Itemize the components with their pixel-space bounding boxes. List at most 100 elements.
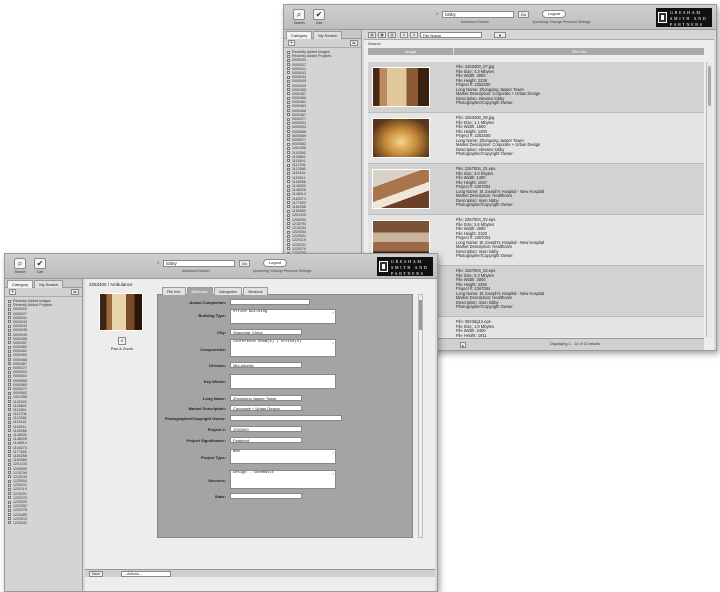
checkbox[interactable] (287, 205, 290, 209)
search-button[interactable]: ⌕ Search (11, 258, 29, 276)
sort-direction-button[interactable]: ▼ (494, 32, 506, 38)
checkbox[interactable] (287, 58, 290, 62)
services-select[interactable]: Design - Schematic ▾ (230, 470, 336, 489)
detail-view-button[interactable]: ▥ (388, 32, 396, 38)
checkbox[interactable] (8, 391, 11, 395)
checkbox[interactable] (8, 366, 11, 370)
checkbox[interactable] (8, 337, 11, 341)
checkbox[interactable] (8, 404, 11, 408)
checkbox[interactable] (8, 462, 11, 466)
go-button[interactable]: Go (518, 11, 529, 18)
components-select[interactable]: Conference Room(s) | Office(s) ▾ (230, 339, 336, 357)
checkbox[interactable] (8, 324, 11, 328)
pan-zoom-button[interactable]: ⌕ Pan & Zoom (107, 337, 137, 351)
checkbox[interactable] (287, 226, 290, 230)
checkbox[interactable] (8, 492, 11, 496)
thumbnail-image[interactable] (372, 67, 430, 107)
search-button[interactable]: ⌕ Search (290, 9, 308, 27)
checkbox[interactable] (287, 104, 290, 108)
checkbox[interactable] (8, 299, 11, 303)
checkbox[interactable] (287, 88, 290, 92)
category-item[interactable]: 1220542 (8, 521, 82, 525)
checkbox[interactable] (8, 496, 11, 500)
checkbox[interactable] (287, 176, 290, 180)
table-row[interactable]: File: 2253400_07.jpg File Size: 4.3 Mbyte… (368, 62, 704, 113)
add-category-button[interactable]: + (9, 289, 16, 295)
checkbox[interactable] (8, 416, 11, 420)
checkbox[interactable] (287, 192, 290, 196)
checkbox[interactable] (8, 316, 11, 320)
checkbox[interactable] (287, 54, 290, 58)
checkbox[interactable] (287, 113, 290, 117)
checkbox[interactable] (8, 395, 11, 399)
checkbox[interactable] (287, 138, 290, 142)
checkbox[interactable] (287, 142, 290, 146)
checkbox[interactable] (8, 370, 11, 374)
checkbox[interactable] (287, 180, 290, 184)
advanced-search-link[interactable]: Advanced Search (461, 20, 489, 24)
checkbox[interactable] (8, 383, 11, 387)
logout-button[interactable]: Logout (263, 259, 287, 267)
checkbox[interactable] (8, 483, 11, 487)
table-row[interactable]: File: 2267004_01.eps File Size: 3.0 Kbyte… (368, 164, 704, 215)
logout-button[interactable]: Logout (542, 10, 566, 18)
thumbnail-image[interactable] (372, 169, 430, 209)
checkbox[interactable] (287, 79, 290, 83)
sort-categories-button[interactable]: A▸ (350, 40, 358, 46)
checkbox[interactable] (8, 303, 11, 307)
checkbox[interactable] (287, 134, 290, 138)
cart-button[interactable]: ✔ Cart (31, 258, 49, 276)
checkbox[interactable] (287, 146, 290, 150)
checkbox[interactable] (287, 71, 290, 75)
checkbox[interactable] (287, 151, 290, 155)
checkbox[interactable] (287, 167, 290, 171)
checkbox[interactable] (287, 159, 290, 163)
checkbox[interactable] (8, 362, 11, 366)
thumbnail-image[interactable] (372, 118, 430, 158)
checkbox[interactable] (287, 84, 290, 88)
checkbox[interactable] (8, 387, 11, 391)
checkbox[interactable] (8, 471, 11, 475)
results-scrollbar[interactable] (706, 62, 712, 337)
cart-button[interactable]: ✔ Cart (310, 9, 328, 27)
checkbox[interactable] (8, 504, 11, 508)
checkbox[interactable] (8, 450, 11, 454)
checkbox[interactable] (8, 437, 11, 441)
project-type-select[interactable]: New ▾ (230, 449, 336, 464)
checkbox[interactable] (287, 121, 290, 125)
checkbox[interactable] (287, 247, 290, 251)
checkbox[interactable] (8, 420, 11, 424)
tab-category[interactable]: Category (286, 31, 313, 39)
checkbox[interactable] (287, 155, 290, 159)
checkbox[interactable] (287, 188, 290, 192)
checkbox[interactable] (8, 467, 11, 471)
checkbox[interactable] (287, 209, 290, 213)
sort-categories-button[interactable]: A▸ (71, 289, 79, 295)
detail-scrollbar[interactable] (418, 294, 423, 538)
add-category-button[interactable]: + (288, 40, 295, 46)
tab-categories[interactable]: Categories (213, 287, 242, 295)
checkbox[interactable] (8, 408, 11, 412)
checkbox[interactable] (287, 67, 290, 71)
checkbox[interactable] (8, 521, 11, 525)
checkbox[interactable] (287, 117, 290, 121)
market-description-input[interactable]: Corporate + Urban Design (230, 405, 302, 411)
checkbox[interactable] (287, 234, 290, 238)
checkbox[interactable] (287, 163, 290, 167)
checkbox[interactable] (8, 513, 11, 517)
checkbox[interactable] (8, 517, 11, 521)
checkbox[interactable] (8, 349, 11, 353)
preferences-link[interactable]: Upcoming: Change Personal Settings (253, 269, 311, 273)
preferences-link[interactable]: Upcoming: Change Personal Settings (532, 20, 590, 24)
grid-view-button[interactable]: ▦ (378, 32, 386, 38)
preview-image[interactable] (99, 293, 143, 331)
checkbox[interactable] (8, 446, 11, 450)
checkbox[interactable] (8, 458, 11, 462)
tab-versions[interactable]: Versions (242, 287, 268, 295)
checkbox[interactable] (8, 333, 11, 337)
tab-attributes[interactable]: Attributes (186, 287, 213, 295)
checkbox[interactable] (8, 429, 11, 433)
division-input[interactable]: Mid-Atlantic (230, 362, 302, 368)
table-row[interactable]: File: 2253400_08.jpg File Size: 1.1 Mbyte… (368, 113, 704, 164)
checkbox[interactable] (287, 75, 290, 79)
